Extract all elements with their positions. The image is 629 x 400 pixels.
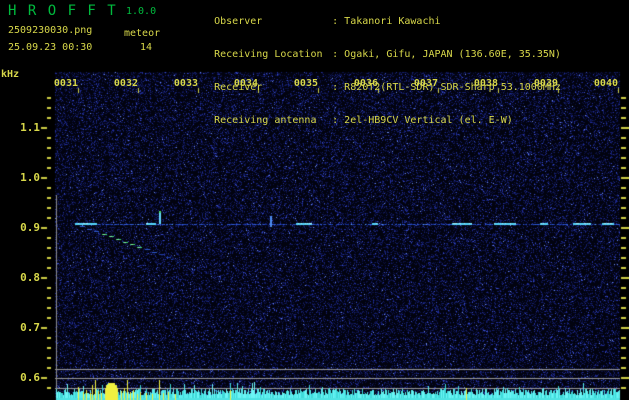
freq-tick-label: 1.1 — [20, 121, 40, 134]
info-value: Takanori Kawachi — [344, 16, 441, 27]
freq-tick-label: 0.9 — [20, 221, 40, 234]
info-label: Receiving antenna — [214, 115, 317, 126]
time-tick-label: 0037 — [413, 78, 438, 89]
time-tick-label: 0040 — [593, 78, 618, 89]
info-separator: : — [332, 16, 345, 27]
freq-tick-label: 1.0 — [20, 171, 40, 184]
time-tick-label: 0036 — [353, 78, 378, 89]
hrofft-screen: H R O F F T 1.0.0 2509230030.png meteor … — [0, 0, 629, 400]
info-separator: : — [332, 115, 345, 126]
freq-tick-label: 0.7 — [20, 321, 40, 334]
info-label: Receiving Location — [214, 49, 323, 60]
time-tick-label: 0032 — [113, 78, 138, 89]
time-tick-label: 0034 — [233, 78, 258, 89]
info-separator: : — [332, 82, 345, 93]
time-tick-label: 0035 — [293, 78, 318, 89]
mode-label: meteor — [124, 28, 161, 39]
freq-axis-labels: 1.1 1.0 0.9 0.8 0.7 0.6 — [0, 0, 40, 400]
info-row-antenna: Receiving antenna: 2el-HB9CV Vertical (e… — [178, 104, 561, 137]
app-version: 1.0.0 — [126, 6, 157, 17]
info-label: Observer — [214, 16, 263, 27]
time-tick-label: 0031 — [53, 78, 78, 89]
time-tick-label: 0038 — [473, 78, 498, 89]
info-value: 2el-HB9CV Vertical (el. E-W) — [344, 115, 513, 126]
time-tick-label: 0039 — [533, 78, 558, 89]
info-row-location: Receiving Location: Ogaki, Gifu, JAPAN (… — [178, 38, 561, 71]
station-info: Observer: Takanori Kawachi Receiving Loc… — [178, 5, 561, 137]
freq-tick-label: 0.8 — [20, 271, 40, 284]
info-value: Ogaki, Gifu, JAPAN (136.60E, 35.35N) — [344, 49, 561, 60]
echo-count: 14 — [140, 42, 153, 53]
info-separator: : — [332, 49, 345, 60]
info-row-observer: Observer: Takanori Kawachi — [178, 5, 561, 38]
freq-tick-label: 0.6 — [20, 371, 40, 384]
time-tick-label: 0033 — [173, 78, 198, 89]
